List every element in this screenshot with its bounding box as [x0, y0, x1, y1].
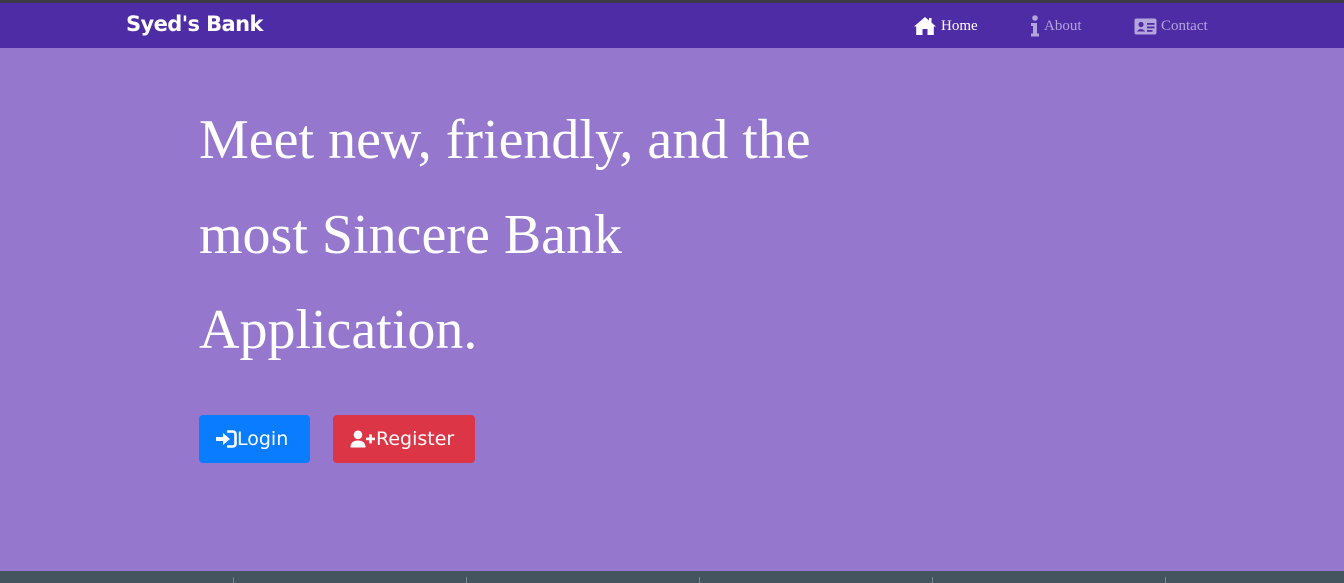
register-button-label: Register	[376, 428, 455, 450]
home-icon	[913, 16, 937, 36]
info-icon	[1030, 15, 1040, 37]
nav-about-label: About	[1044, 17, 1082, 34]
brand-logo[interactable]: Syed's Bank	[126, 12, 263, 36]
user-plus-icon	[350, 430, 376, 448]
contact-card-icon	[1134, 18, 1157, 35]
bottom-taskbar	[0, 571, 1344, 583]
login-button-label: Login	[237, 428, 289, 450]
taskbar-divider	[466, 577, 467, 583]
taskbar-divider	[233, 577, 234, 583]
taskbar-divider	[1165, 577, 1166, 583]
nav-contact-link[interactable]: Contact	[1134, 15, 1208, 37]
taskbar-divider	[699, 577, 700, 583]
login-button[interactable]: Login	[199, 415, 310, 463]
register-button[interactable]: Register	[333, 415, 475, 463]
taskbar-divider	[932, 577, 933, 583]
nav-about-link[interactable]: About	[1030, 15, 1082, 37]
nav-home-label: Home	[941, 17, 978, 34]
nav-home-link[interactable]: Home	[913, 15, 978, 37]
navbar: Syed's Bank Home About Contact	[0, 3, 1344, 48]
hero-title: Meet new, friendly, and the most Sincere…	[199, 109, 811, 361]
sign-in-icon	[215, 430, 237, 448]
nav-contact-label: Contact	[1161, 17, 1208, 34]
